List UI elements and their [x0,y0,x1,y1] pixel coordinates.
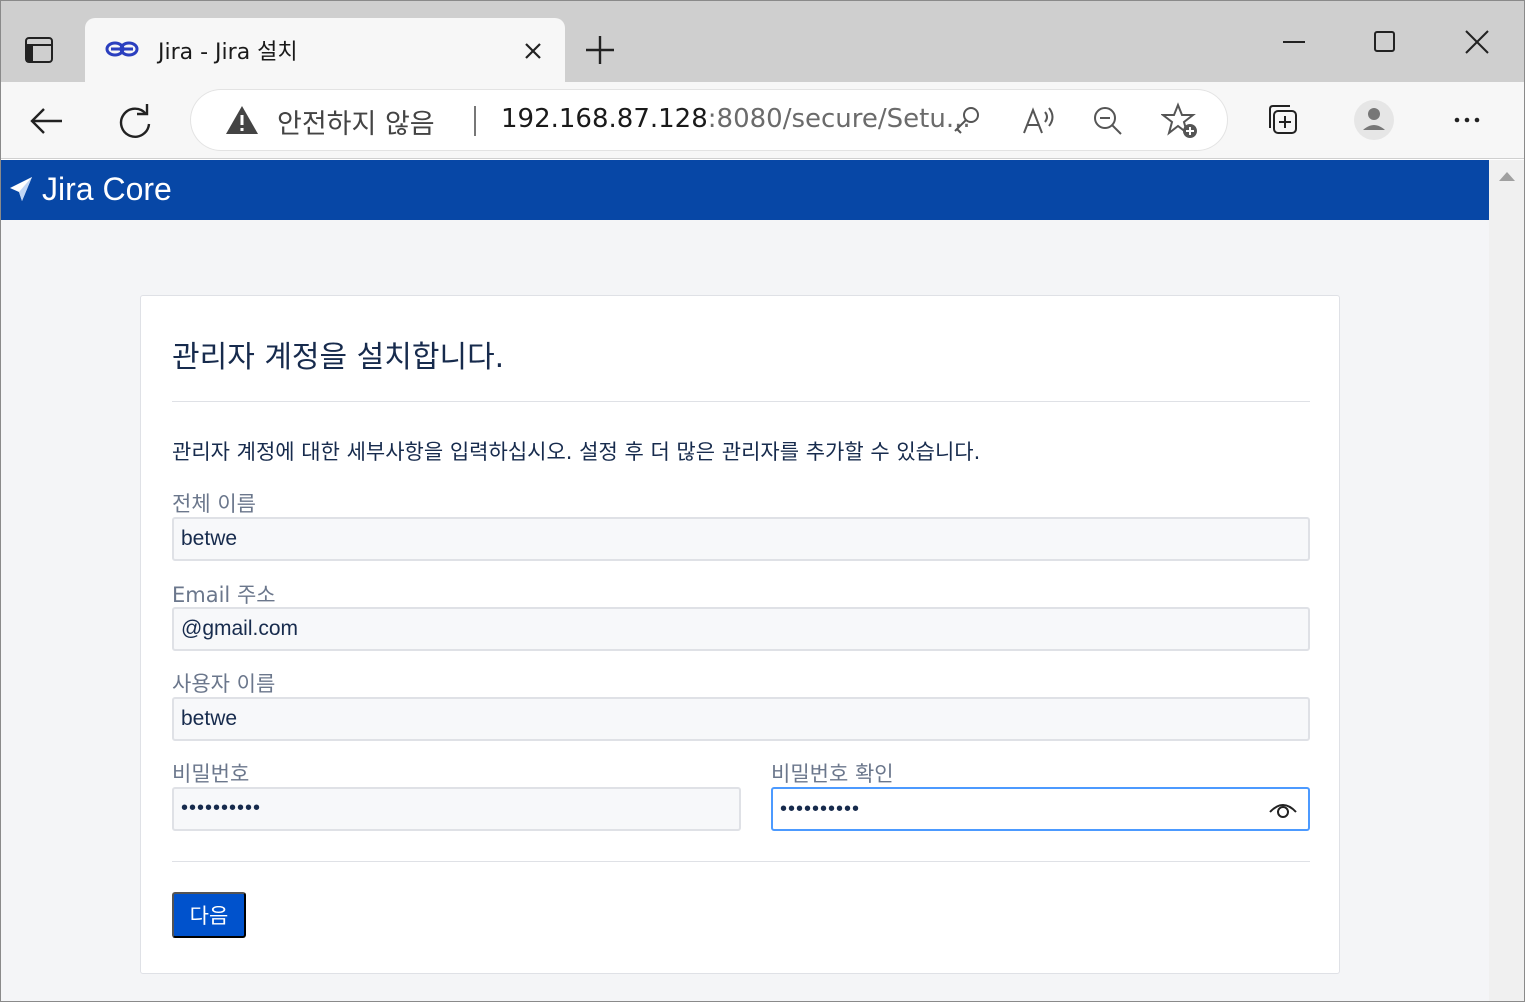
security-warning-text[interactable]: 안전하지 않음 [277,102,435,141]
page-title: 관리자 계정을 설치합니다. [172,340,505,375]
close-icon[interactable] [518,36,548,66]
collections-icon[interactable] [1262,98,1306,142]
brand-name[interactable]: Jira Core [42,171,172,208]
divider [172,401,1310,402]
close-icon[interactable] [1457,22,1497,62]
refresh-icon[interactable] [112,98,158,144]
divider [172,861,1310,862]
address-separator [474,106,476,136]
jira-tab-favicon [105,38,139,64]
next-button[interactable]: 다음 [172,892,246,938]
password-label: 비밀번호 [172,762,250,786]
browser-toolbar: 안전하지 않음 192.168.87.128:8080/secure/Setu.… [0,82,1525,159]
read-aloud-icon[interactable] [1019,102,1057,140]
email-field[interactable]: @gmail.com [172,607,1310,651]
password-confirm-label: 비밀번호 확인 [771,762,894,786]
jira-logo-icon[interactable] [8,174,34,204]
password-confirm-field[interactable]: •••••••••• [771,787,1310,831]
url-host: 192.168.87.128 [501,104,708,134]
address-bar[interactable]: 안전하지 않음 192.168.87.128:8080/secure/Setu.… [191,90,1227,150]
profile-icon[interactable] [1352,98,1396,142]
full-name-label: 전체 이름 [172,492,256,516]
form-description: 관리자 계정에 대한 세부사항을 입력하십시오. 설정 후 더 많은 관리자를 … [172,440,981,464]
maximize-icon[interactable] [1365,22,1405,62]
tab-bar: Jira - Jira 설치 [0,0,1525,82]
browser-tab[interactable]: Jira - Jira 설치 [85,18,565,82]
url-path: :8080/secure/Setu... [707,104,971,134]
sidebar-icon[interactable] [16,28,62,72]
password-confirm-value: •••••••••• [780,798,861,820]
page-viewport: Jira Core 관리자 계정을 설치합니다. 관리자 계정에 대한 세부사항… [0,160,1489,1002]
password-field[interactable]: •••••••••• [172,787,741,831]
email-label: Email 주소 [172,583,276,607]
full-name-field[interactable]: betwe [172,517,1310,561]
zoom-out-icon[interactable] [1089,102,1127,140]
more-icon[interactable] [1445,98,1489,142]
url-text[interactable]: 192.168.87.128:8080/secure/Setu... [501,104,971,134]
key-icon[interactable] [947,102,985,140]
back-arrow-icon[interactable] [24,98,70,144]
page-scrollbar[interactable] [1489,160,1525,1002]
username-field[interactable]: betwe [172,697,1310,741]
tab-title: Jira - Jira 설치 [158,40,298,65]
minimize-icon[interactable] [1275,22,1315,62]
scroll-up-arrow-icon[interactable] [1499,172,1515,181]
setup-form-card: 관리자 계정을 설치합니다. 관리자 계정에 대한 세부사항을 입력하십시오. … [140,295,1340,974]
app-header: Jira Core [0,160,1489,220]
username-label: 사용자 이름 [172,672,276,696]
plus-icon[interactable] [580,30,620,70]
reveal-password-icon[interactable] [1268,799,1298,821]
add-favorite-icon[interactable] [1160,102,1199,140]
warning-icon[interactable] [225,105,259,139]
